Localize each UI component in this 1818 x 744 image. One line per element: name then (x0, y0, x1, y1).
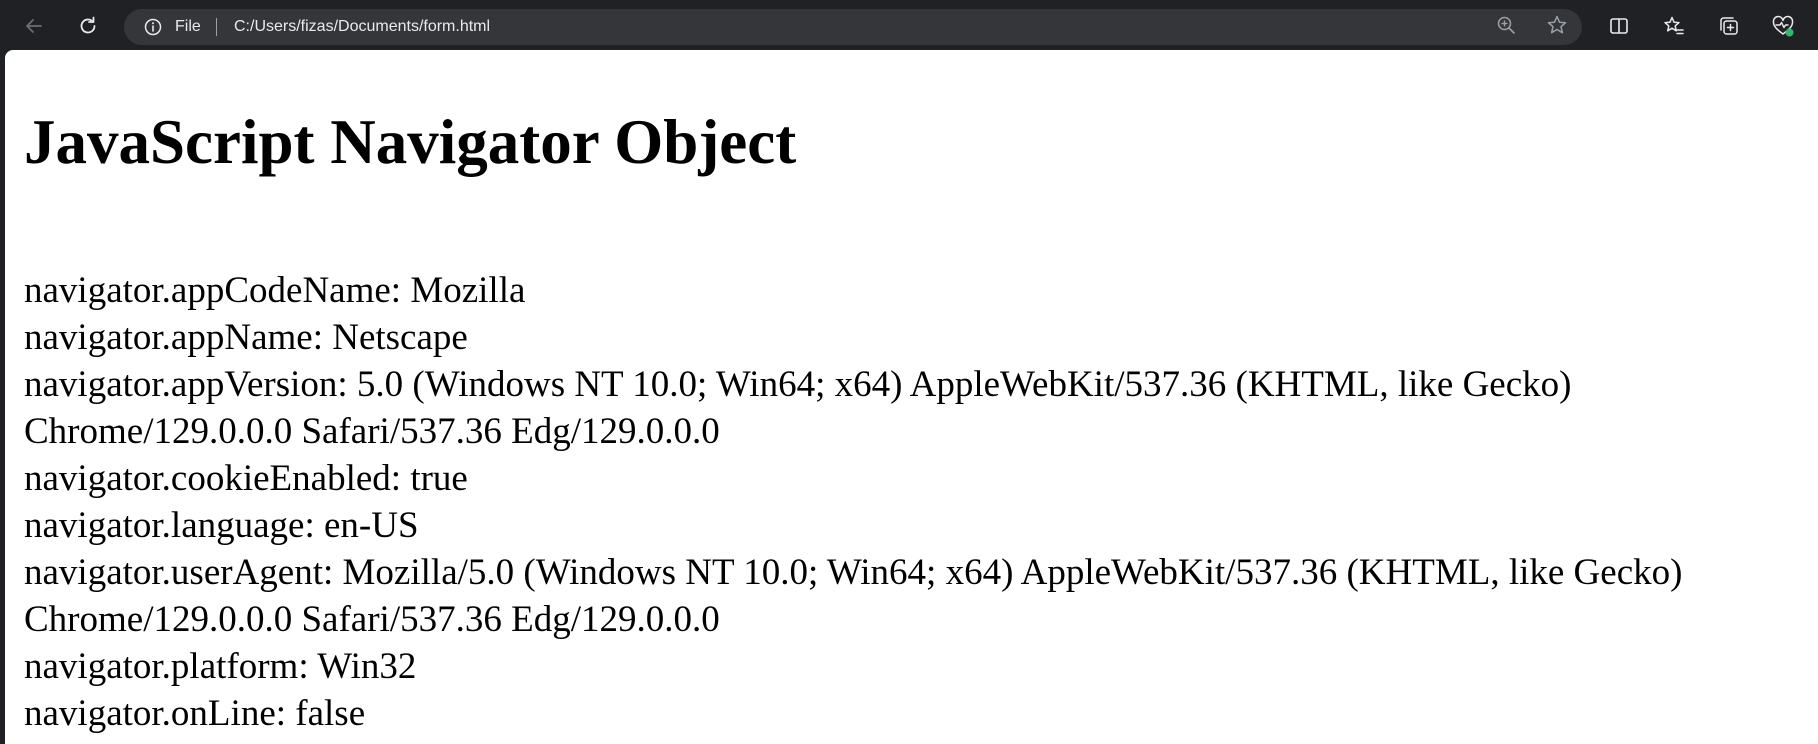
split-screen-button[interactable] (1603, 10, 1635, 42)
navigator-line-useragent: navigator.userAgent: Mozilla/5.0 (Window… (24, 552, 1683, 593)
navigator-line-appname: navigator.appName: Netscape (24, 317, 468, 358)
browser-window: File C:/Users/fizas/Documents/form.html (0, 0, 1818, 744)
navigator-line-online: navigator.onLine: false (24, 693, 366, 734)
navigator-line-platform: navigator.platform: Win32 (24, 646, 417, 687)
favorites-button[interactable] (1658, 10, 1690, 42)
navigator-line-appcodename: navigator.appCodeName: Mozilla (24, 270, 526, 311)
zoom-in-icon (1496, 15, 1516, 40)
favorite-button[interactable] (1543, 13, 1571, 41)
favorites-icon (1663, 15, 1685, 37)
browser-essentials-button[interactable] (1767, 10, 1799, 42)
browser-toolbar: File C:/Users/fizas/Documents/form.html (0, 0, 1818, 50)
split-screen-icon (1608, 15, 1630, 37)
address-separator (216, 18, 217, 36)
reload-icon (77, 15, 99, 37)
info-icon[interactable] (144, 18, 162, 36)
page-content: JavaScript Navigator Object navigator.ap… (5, 50, 1818, 744)
address-url[interactable]: C:/Users/fizas/Documents/form.html (234, 17, 490, 37)
heart-pulse-icon (1771, 14, 1795, 38)
page-title: JavaScript Navigator Object (24, 107, 797, 177)
address-scheme-label: File (175, 18, 201, 35)
collections-button[interactable] (1713, 10, 1745, 42)
back-button[interactable] (18, 10, 50, 42)
navigator-line-appversion-cont: Chrome/129.0.0.0 Safari/537.36 Edg/129.0… (24, 411, 720, 452)
navigator-line-appversion: navigator.appVersion: 5.0 (Windows NT 10… (24, 364, 1572, 405)
navigator-line-cookieenabled: navigator.cookieEnabled: true (24, 458, 468, 499)
reload-button[interactable] (72, 10, 104, 42)
star-icon (1546, 14, 1568, 41)
navigator-line-useragent-cont: Chrome/129.0.0.0 Safari/537.36 Edg/129.0… (24, 599, 720, 640)
address-bar[interactable]: File C:/Users/fizas/Documents/form.html (124, 9, 1582, 45)
collections-icon (1718, 15, 1740, 37)
navigator-properties: navigator.appCodeName: Mozilla navigator… (24, 267, 1818, 737)
arrow-left-icon (23, 15, 45, 37)
zoom-button[interactable] (1492, 13, 1520, 41)
navigator-line-language: navigator.language: en-US (24, 505, 419, 546)
